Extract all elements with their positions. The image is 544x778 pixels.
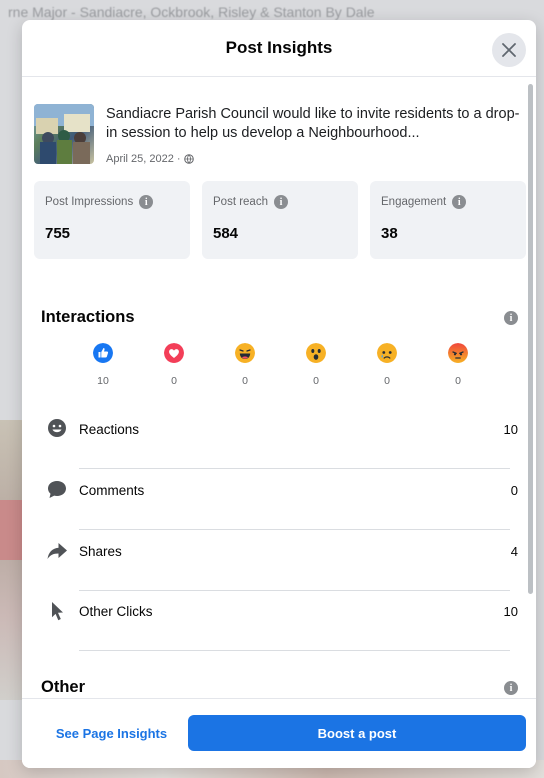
info-icon[interactable]: i (273, 195, 288, 209)
stat-value: 0 (510, 483, 518, 498)
metric-value: 584 (213, 225, 239, 242)
like-icon (93, 343, 113, 363)
post-date-text: April 25, 2022 · (106, 153, 181, 165)
metric-label: Engagement (381, 196, 447, 208)
metric-card-engagement: Engagement i 38 (370, 181, 526, 259)
metric-card-reach: Post reach i 584 (202, 181, 358, 259)
background-image-strip-red (0, 500, 22, 560)
haha-icon (235, 343, 255, 363)
metric-value: 755 (45, 225, 71, 242)
post-text: Sandiacre Parish Council would like to i… (106, 106, 520, 141)
reaction-count: 0 (455, 375, 461, 387)
stat-value: 10 (503, 422, 518, 437)
interactions-info-icon[interactable]: i (504, 311, 518, 325)
stat-label: Other Clicks (79, 604, 153, 619)
divider (79, 650, 510, 651)
reaction-wow: 0 (296, 343, 336, 387)
dialog-footer: See Page Insights Boost a post (22, 698, 536, 768)
boost-post-button[interactable]: Boost a post (188, 715, 526, 751)
post-thumbnail (34, 104, 94, 164)
love-icon (164, 343, 184, 363)
background-image-strip (0, 420, 22, 700)
post-summary[interactable]: Sandiacre Parish Council would like to i… (34, 104, 524, 174)
sad-icon (377, 343, 397, 363)
stat-row-shares: Shares 4 (42, 540, 518, 600)
close-button[interactable] (492, 33, 526, 67)
other-info-icon[interactable]: i (504, 681, 518, 695)
reaction-count: 0 (242, 375, 248, 387)
interactions-title: Interactions (41, 308, 135, 326)
reaction-haha: 0 (225, 343, 265, 387)
metric-card-impressions: Post Impressions i 755 (34, 181, 190, 259)
close-icon (502, 43, 516, 57)
smiley-icon (48, 419, 66, 437)
see-page-insights-link[interactable]: See Page Insights (34, 715, 189, 751)
stat-label: Reactions (79, 422, 140, 437)
reaction-count: 10 (97, 375, 109, 387)
stat-label: Shares (79, 544, 122, 559)
divider (79, 590, 510, 591)
background-page-title: rne Major - Sandiacre, Ockbrook, Risley … (8, 4, 375, 20)
post-insights-dialog: Post Insights Sandiacre Parish Council w… (22, 20, 536, 768)
metric-label: Post reach (213, 196, 268, 208)
globe-icon (183, 154, 194, 164)
cursor-icon (52, 602, 63, 621)
metric-label: Post Impressions (45, 196, 134, 208)
share-icon (47, 543, 67, 559)
reaction-count: 0 (384, 375, 390, 387)
dialog-header: Post Insights (22, 20, 536, 77)
reaction-angry: 0 (438, 343, 478, 387)
reaction-love: 0 (154, 343, 194, 387)
dialog-title: Post Insights (225, 38, 333, 57)
reaction-like: 10 (83, 343, 123, 387)
wow-icon (306, 343, 326, 363)
stat-row-comments: Comments 0 (42, 479, 518, 539)
divider (79, 529, 510, 530)
dialog-content: Sandiacre Parish Council would like to i… (22, 77, 536, 697)
stat-value: 4 (510, 544, 518, 559)
stat-row-reactions: Reactions 10 (42, 418, 518, 478)
other-title: Other (41, 678, 86, 696)
stat-value: 10 (503, 604, 518, 619)
reaction-count: 0 (313, 375, 319, 387)
angry-icon (448, 343, 468, 363)
info-icon[interactable]: i (452, 195, 467, 209)
reaction-count: 0 (171, 375, 177, 387)
stat-row-other-clicks: Other Clicks 10 (42, 600, 518, 660)
divider (79, 468, 510, 469)
post-date: April 25, 2022 · (106, 153, 194, 165)
stat-label: Comments (79, 483, 145, 498)
reactions-breakdown: 10 0 0 0 0 0 (22, 343, 536, 393)
comment-icon (48, 481, 66, 498)
reaction-sad: 0 (367, 343, 407, 387)
metric-value: 38 (381, 225, 398, 242)
info-icon[interactable]: i (139, 195, 154, 209)
